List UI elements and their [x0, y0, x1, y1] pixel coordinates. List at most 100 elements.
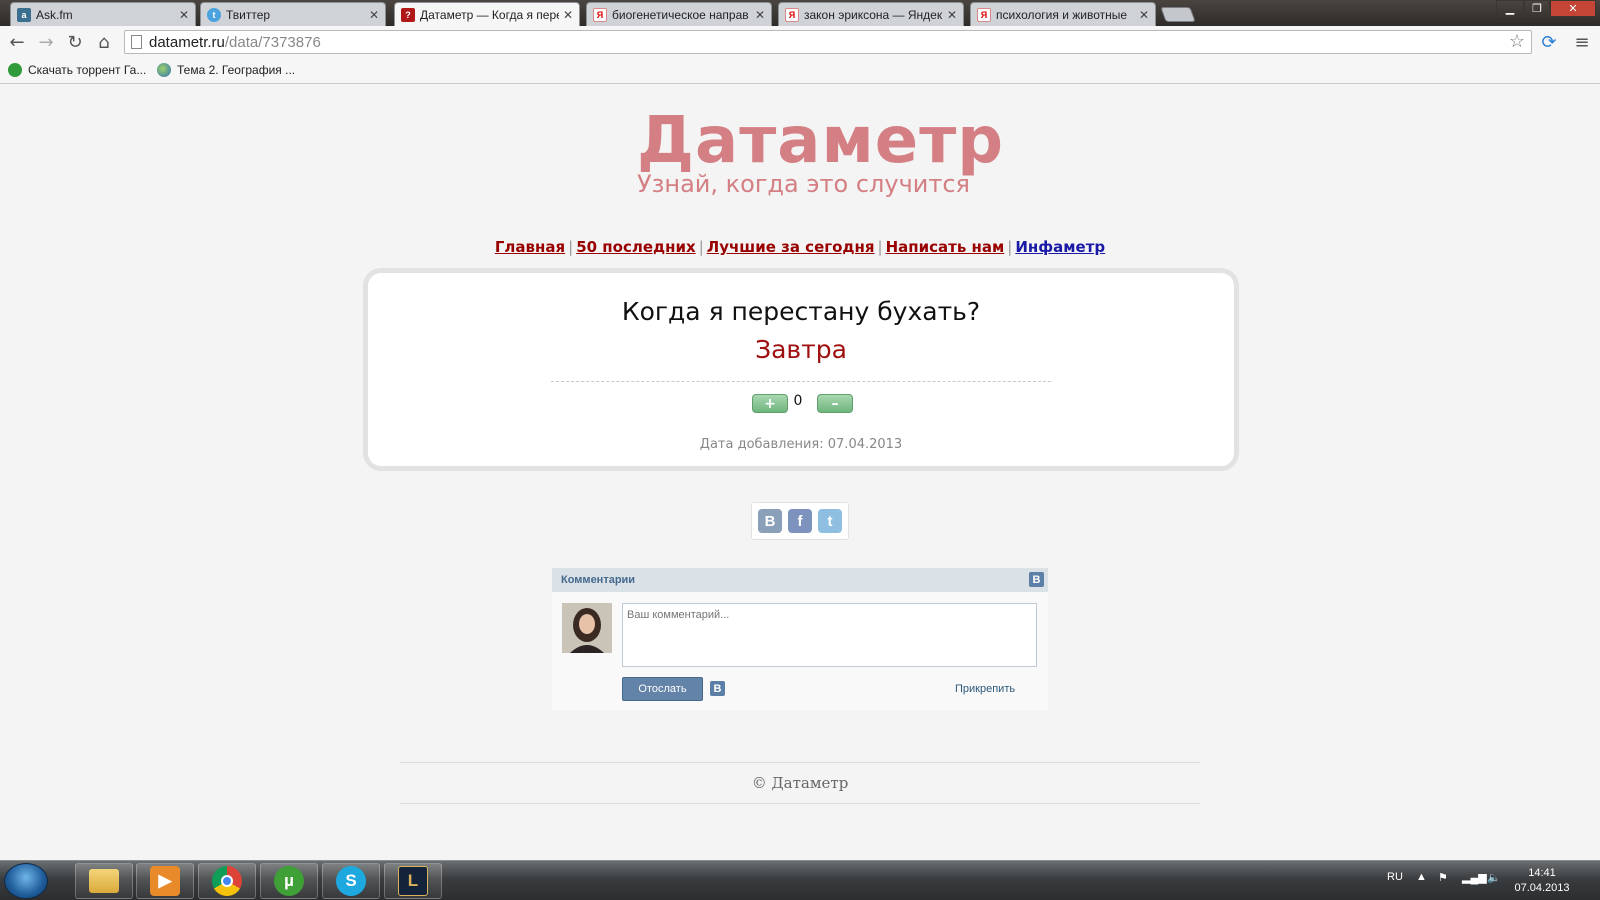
volume-icon[interactable]: 🔈	[1487, 871, 1501, 884]
attach-link[interactable]: Прикрепить	[955, 683, 1015, 695]
vote-score: 0	[793, 393, 803, 409]
globe-favicon	[157, 63, 171, 77]
close-tab-icon[interactable]: ✕	[179, 8, 189, 22]
show-hidden-icons-icon[interactable]: ▲	[1416, 871, 1427, 883]
bookmark-star-icon[interactable]: ☆	[1509, 31, 1525, 52]
vk-crosspost-icon[interactable]: B	[710, 681, 725, 696]
main-nav: Главная | 50 последних | Лучшие за сегодня | Н…	[0, 238, 1600, 256]
answer-text: Завтра	[755, 335, 847, 364]
comments-title: Комментарии	[561, 574, 636, 586]
nav-link-infametr[interactable]: Инфаметр	[1015, 238, 1105, 256]
close-tab-icon[interactable]: ✕	[369, 8, 379, 22]
action-center-flag-icon[interactable]: ⚑	[1438, 871, 1448, 884]
close-window-icon[interactable]: ✕	[1550, 0, 1596, 17]
league-of-legends-icon: L	[398, 866, 428, 896]
tab-title: Ask.fm	[36, 7, 73, 22]
avatar[interactable]	[562, 603, 612, 653]
nav-separator: |	[698, 238, 704, 256]
clock-date: 07.04.2013	[1514, 882, 1570, 894]
minimize-icon[interactable]: ▁	[1496, 0, 1524, 17]
back-icon[interactable]: ←	[5, 30, 29, 54]
new-tab-button[interactable]	[1160, 7, 1196, 22]
vk-logo-icon[interactable]: B	[1029, 572, 1044, 587]
bookmark-item[interactable]: Тема 2. География ...	[157, 63, 295, 77]
tab-yandex-3[interactable]: Я психология и животные ✕	[970, 2, 1156, 26]
close-tab-icon[interactable]: ✕	[1139, 8, 1149, 22]
tab-yandex-2[interactable]: Я закон эриксона — Яндек ✕	[778, 2, 964, 26]
reload-icon[interactable]: ↻	[63, 30, 87, 54]
media-player-icon: ▶	[150, 866, 180, 896]
tab-title: Твиттер	[226, 7, 271, 22]
question-text: Когда я перестану бухать?	[621, 297, 981, 326]
system-clock[interactable]: 14:41 07.04.2013	[1510, 866, 1574, 896]
copyright: © Датаметр	[751, 774, 849, 792]
extension-icon[interactable]: ⟳	[1537, 30, 1561, 54]
share-panel: B f t	[751, 502, 849, 540]
yandex-favicon: Я	[977, 7, 991, 22]
nav-separator: |	[1007, 238, 1013, 256]
footer-divider-bottom	[400, 803, 1200, 804]
nav-separator: |	[877, 238, 883, 256]
yandex-favicon: Я	[593, 7, 607, 22]
nav-separator: |	[568, 238, 574, 256]
askfm-favicon: a	[17, 7, 31, 22]
twitter-favicon: t	[207, 7, 221, 22]
forward-icon[interactable]: →	[34, 30, 58, 54]
taskbar-chrome[interactable]	[198, 863, 256, 899]
vk-share-icon[interactable]: B	[758, 509, 782, 533]
browser-toolbar: ← → ↻ ⌂ datametr.ru/data/7373876 ☆ ⟳ ≡	[0, 26, 1600, 58]
tab-twitter[interactable]: t Твиттер ✕	[200, 2, 386, 26]
bookmarks-bar: Скачать торрент Га... Тема 2. География …	[0, 58, 1600, 84]
utorrent-icon: µ	[274, 866, 304, 896]
close-tab-icon[interactable]: ✕	[947, 8, 957, 22]
comments-header: Комментарии B	[552, 568, 1048, 592]
menu-icon[interactable]: ≡	[1570, 30, 1594, 54]
start-button-icon[interactable]	[4, 863, 48, 899]
home-icon[interactable]: ⌂	[92, 30, 116, 54]
address-bar[interactable]: datametr.ru/data/7373876 ☆	[124, 30, 1532, 54]
taskbar-utorrent[interactable]: µ	[260, 863, 318, 899]
page-icon	[131, 35, 142, 49]
taskbar-explorer[interactable]	[75, 863, 133, 899]
browser-tab-strip: a Ask.fm ✕ t Твиттер ✕ ? Датаметр — Когд…	[0, 0, 1600, 26]
nav-link-home[interactable]: Главная	[495, 238, 565, 256]
send-comment-button[interactable]: Отослать	[622, 677, 703, 701]
torrent-favicon	[8, 63, 22, 77]
bookmark-item[interactable]: Скачать торрент Га...	[8, 63, 146, 77]
language-indicator[interactable]: RU	[1387, 871, 1403, 883]
twitter-share-icon[interactable]: t	[818, 509, 842, 533]
nav-link-best-today[interactable]: Лучшие за сегодня	[707, 238, 875, 256]
upvote-button[interactable]: +	[752, 394, 788, 413]
restore-icon[interactable]: ❐	[1524, 0, 1550, 17]
nav-link-write-us[interactable]: Написать нам	[886, 238, 1005, 256]
date-added: Дата добавления: 07.04.2013	[699, 437, 903, 452]
tab-title: Датаметр — Когда я пере	[420, 7, 559, 22]
bookmark-label: Тема 2. География ...	[177, 63, 296, 77]
site-logo[interactable]: Датаметр	[637, 104, 1004, 178]
url-host: datametr.ru	[149, 33, 225, 51]
tab-title: биогенетическое направ	[612, 7, 749, 22]
tab-title: закон эриксона — Яндек	[804, 7, 943, 22]
taskbar-media-player[interactable]: ▶	[136, 863, 194, 899]
downvote-button[interactable]: –	[817, 394, 853, 413]
close-tab-icon[interactable]: ✕	[563, 8, 573, 22]
close-tab-icon[interactable]: ✕	[755, 8, 765, 22]
tab-askfm[interactable]: a Ask.fm ✕	[10, 2, 196, 26]
site-slogan: Узнай, когда это случится	[637, 170, 970, 198]
chrome-icon	[212, 866, 242, 896]
nav-link-latest-50[interactable]: 50 последних	[576, 238, 695, 256]
network-icon[interactable]: ▂▄▆	[1462, 871, 1487, 884]
taskbar-skype[interactable]: S	[322, 863, 380, 899]
prediction-card: Когда я перестану бухать? Завтра + 0 – Д…	[363, 268, 1239, 471]
taskbar-league-of-legends[interactable]: L	[384, 863, 442, 899]
clock-time: 14:41	[1528, 867, 1556, 879]
tab-title: психология и животные	[996, 7, 1128, 22]
url-path: /data/7373876	[224, 33, 321, 51]
dashed-divider	[551, 381, 1051, 382]
facebook-share-icon[interactable]: f	[788, 509, 812, 533]
avatar-image	[562, 603, 612, 653]
comment-input[interactable]	[622, 603, 1037, 667]
tab-datametr[interactable]: ? Датаметр — Когда я пере ✕	[394, 2, 580, 26]
windows-taskbar: ▶ µ S L RU ▲ ⚑ ▂▄▆ 🔈	[0, 860, 1600, 900]
tab-yandex-1[interactable]: Я биогенетическое направ ✕	[586, 2, 772, 26]
